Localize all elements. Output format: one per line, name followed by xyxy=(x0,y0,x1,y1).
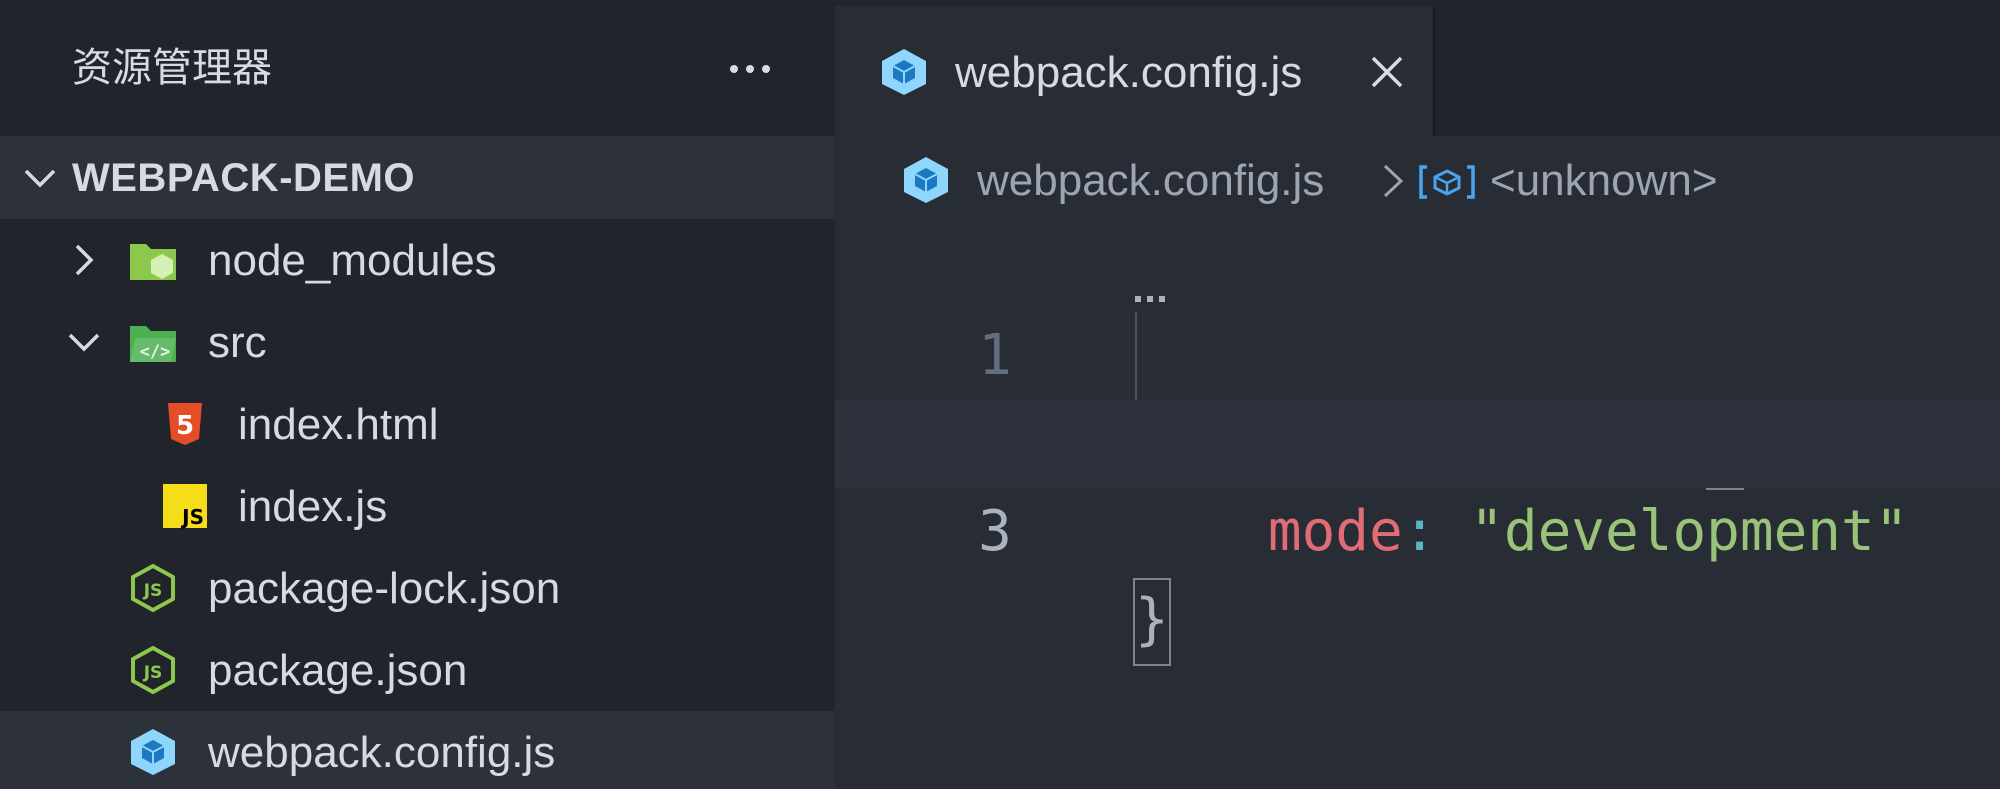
tree-item-label: index.html xyxy=(238,400,439,449)
tree-item-label: index.js xyxy=(238,482,388,531)
symbol-variable-icon xyxy=(1419,165,1475,199)
tab-bar: webpack.config.js xyxy=(835,0,2000,136)
svg-text:</>: </> xyxy=(140,342,171,362)
webpack-icon xyxy=(904,157,948,203)
tab-webpack-config-js[interactable]: webpack.config.js xyxy=(835,6,1435,136)
vscode-window: 资源管理器 WEBPACK-DEMO node_modules </> src … xyxy=(0,0,2000,789)
chevron-right-icon xyxy=(75,244,94,276)
nodejs-icon: JS xyxy=(131,646,175,694)
folded-hint-icon xyxy=(1135,296,1165,302)
tree-item-label: node_modules xyxy=(208,236,497,285)
js-icon: JS xyxy=(163,484,207,529)
breadcrumb-file[interactable]: webpack.config.js xyxy=(977,156,1324,206)
indent-guide xyxy=(1135,312,1137,400)
line-content: mode: "development" xyxy=(1133,488,1909,576)
tree-item-package-lock-json[interactable]: JS package-lock.json xyxy=(0,547,835,629)
code-line-current[interactable]: 3 } xyxy=(835,400,2000,666)
tree-item-node-modules[interactable]: node_modules xyxy=(0,219,835,301)
more-actions-icon[interactable] xyxy=(720,44,780,94)
explorer-header: 资源管理器 xyxy=(0,0,835,136)
tree-item-src[interactable]: </> src xyxy=(0,301,835,383)
tree-item-package-json[interactable]: JS package.json xyxy=(0,629,835,711)
folder-node-icon xyxy=(130,244,176,280)
project-name: WEBPACK-DEMO xyxy=(72,156,416,200)
html5-icon: 5 xyxy=(168,403,202,445)
code-line[interactable]: 1 module.exports = { xyxy=(835,224,2000,490)
project-folder-row[interactable]: WEBPACK-DEMO xyxy=(0,136,835,219)
line-content: } xyxy=(1133,576,1171,666)
editor-area: webpack.config.js webpack.config.js <unk… xyxy=(835,0,2000,789)
svg-text:JS: JS xyxy=(180,505,204,529)
code-token-brace-matched: } xyxy=(1133,578,1171,666)
nodejs-icon: JS xyxy=(131,564,175,612)
tree-item-webpack-config-js[interactable]: webpack.config.js xyxy=(0,711,835,789)
code-token-property: mode xyxy=(1267,499,1403,564)
svg-text:JS: JS xyxy=(143,663,163,683)
tree-item-index-html[interactable]: 5 index.html xyxy=(0,383,835,465)
code-token-operator: : xyxy=(1402,499,1471,564)
tree-item-label: package-lock.json xyxy=(208,564,561,613)
line-number: 3 xyxy=(978,499,1012,564)
webpack-icon xyxy=(882,49,926,95)
svg-text:5: 5 xyxy=(176,411,194,441)
tree-item-index-js[interactable]: JS index.js xyxy=(0,465,835,547)
webpack-icon xyxy=(131,729,175,775)
svg-text:JS: JS xyxy=(143,581,163,601)
chevron-right-icon xyxy=(1383,164,1404,198)
chevron-down-icon xyxy=(68,333,100,352)
code-token-string: "development" xyxy=(1470,499,1909,564)
chevron-down-icon xyxy=(24,169,56,188)
code-token-indent xyxy=(1133,499,1268,564)
breadcrumb-symbol[interactable]: <unknown> xyxy=(1490,156,1718,206)
code-editor[interactable]: 1 module.exports = { 2 mode: "developmen… xyxy=(835,224,2000,789)
tree-item-label: webpack.config.js xyxy=(208,728,556,777)
folder-src-icon: </> xyxy=(130,326,176,362)
close-icon[interactable] xyxy=(1365,50,1409,94)
tree-item-label: package.json xyxy=(208,646,468,695)
tab-label: webpack.config.js xyxy=(955,48,1303,97)
explorer-sidebar: 资源管理器 WEBPACK-DEMO node_modules </> src … xyxy=(0,0,835,789)
explorer-title: 资源管理器 xyxy=(72,46,272,90)
code-line[interactable]: 2 mode: "development" xyxy=(835,312,2000,564)
tree-item-label: src xyxy=(208,318,267,367)
breadcrumb: webpack.config.js <unknown> xyxy=(835,136,2000,224)
